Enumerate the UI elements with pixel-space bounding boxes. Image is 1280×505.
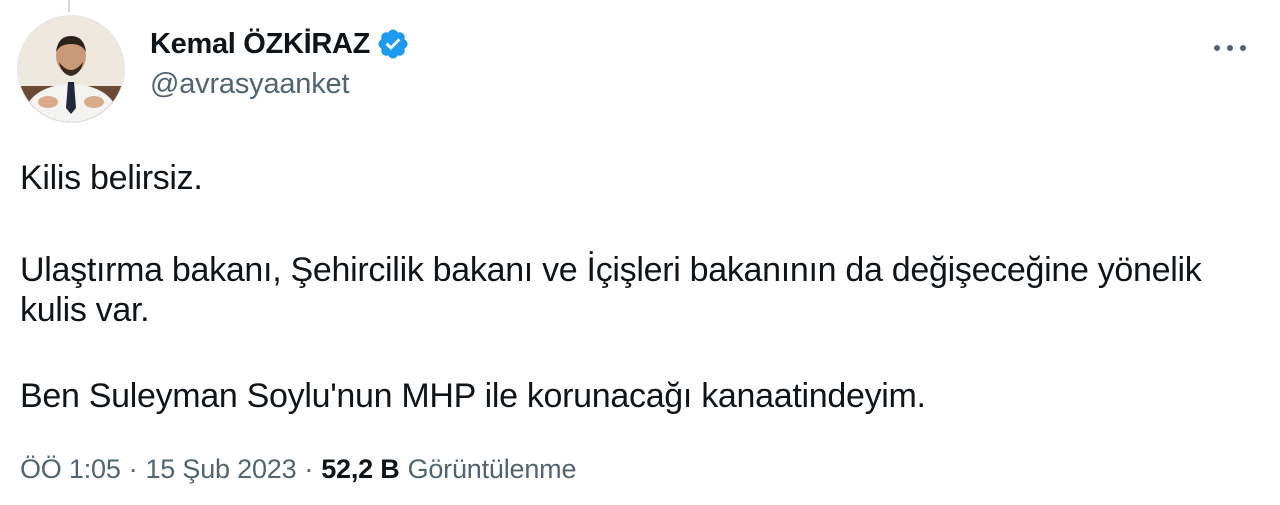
- display-name[interactable]: Kemal ÖZKİRAZ: [150, 28, 370, 61]
- name-row: Kemal ÖZKİRAZ: [150, 24, 410, 64]
- tweet-header: Kemal ÖZKİRAZ @avrasyaanket: [150, 24, 410, 101]
- avatar-image: [18, 16, 124, 122]
- tweet-meta: ÖÖ 1:05 · 15 Şub 2023 · 52,2 B Görüntüle…: [20, 454, 576, 485]
- tweet-paragraph: Ulaştırma bakanı, Şehircilik bakanı ve İ…: [20, 251, 1202, 329]
- tweet: Kemal ÖZKİRAZ @avrasyaanket Kilis belirs…: [0, 0, 1280, 505]
- tweet-paragraph: Ben Suleyman Soylu'nun MHP ile korunacağ…: [20, 377, 926, 415]
- more-options-button[interactable]: [1208, 26, 1252, 70]
- tweet-date[interactable]: 15 Şub 2023: [145, 454, 296, 485]
- tweet-paragraph: Kilis belirsiz.: [20, 159, 203, 197]
- more-options-icon: [1214, 45, 1246, 51]
- thread-line: [68, 0, 70, 12]
- avatar[interactable]: [18, 16, 124, 122]
- verified-badge-icon: [376, 27, 410, 61]
- meta-separator: ·: [128, 454, 138, 484]
- views-label: Görüntülenme: [407, 454, 577, 484]
- views-count: 52,2 B: [321, 454, 400, 484]
- user-handle[interactable]: @avrasyaanket: [150, 68, 410, 101]
- meta-separator: ·: [304, 454, 314, 484]
- tweet-time[interactable]: ÖÖ 1:05: [20, 454, 121, 485]
